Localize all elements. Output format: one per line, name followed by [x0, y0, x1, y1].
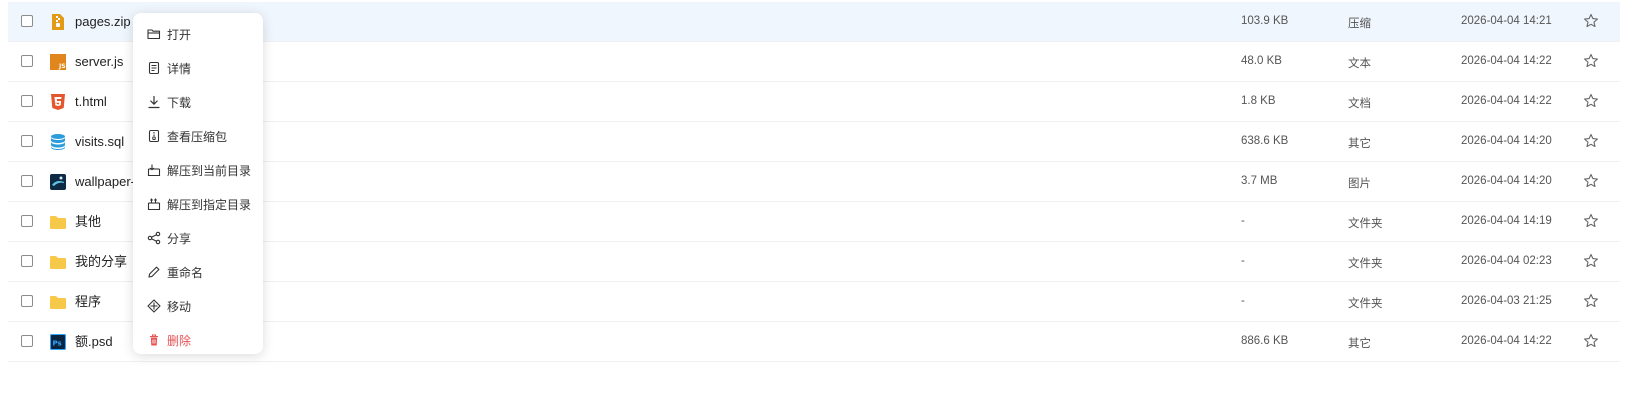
file-name[interactable]: visits.sql [75, 134, 124, 150]
file-date: 2026-04-04 14:19 [1461, 215, 1552, 227]
star-icon[interactable] [1583, 53, 1599, 69]
star-icon[interactable] [1583, 133, 1599, 149]
menu-item-label: 分享 [167, 231, 192, 246]
menu-item-label: 详情 [167, 61, 192, 76]
menu-item-open[interactable]: 打开 [133, 17, 263, 51]
file-type: 文档 [1348, 98, 1371, 110]
file-size: 103.9 KB [1241, 15, 1289, 27]
database-icon [49, 133, 67, 151]
file-size: - [1241, 215, 1245, 227]
svg-text:Ps: Ps [53, 340, 62, 348]
move-icon [147, 299, 161, 313]
menu-item-move[interactable]: 移动 [133, 289, 263, 323]
file-name[interactable]: 程序 [75, 294, 101, 310]
menu-item-label: 移动 [167, 299, 192, 314]
svg-text:JS: JS [58, 63, 66, 70]
file-name[interactable]: server.js [75, 54, 123, 70]
menu-item-rename[interactable]: 重命名 [133, 255, 263, 289]
file-date: 2026-04-04 14:22 [1461, 335, 1552, 347]
context-menu: 打开 详情 下载 查看压缩包 解压到当前目录 解压到指定目录 分享 重命名 移动… [133, 13, 263, 354]
menu-item-details[interactable]: 详情 [133, 51, 263, 85]
file-date: 2026-04-04 14:20 [1461, 135, 1552, 147]
share-icon [147, 231, 161, 245]
file-name[interactable]: 我的分享 [75, 254, 127, 270]
menu-item-label: 解压到当前目录 [167, 163, 252, 178]
menu-item-label: 解压到指定目录 [167, 197, 252, 212]
star-icon[interactable] [1583, 173, 1599, 189]
row-checkbox[interactable] [21, 15, 33, 27]
row-checkbox[interactable] [21, 55, 33, 67]
extract-icon [147, 163, 161, 177]
file-type: 文件夹 [1348, 258, 1383, 270]
file-type: 文件夹 [1348, 298, 1383, 310]
file-name[interactable]: t.html [75, 94, 107, 110]
file-type: 图片 [1348, 178, 1371, 190]
row-checkbox[interactable] [21, 295, 33, 307]
row-checkbox[interactable] [21, 135, 33, 147]
row-checkbox[interactable] [21, 215, 33, 227]
file-date: 2026-04-04 14:22 [1461, 55, 1552, 67]
row-checkbox[interactable] [21, 95, 33, 107]
extract-to-icon [147, 197, 161, 211]
file-name[interactable]: 额.psd [75, 334, 113, 350]
archive-icon [147, 129, 161, 143]
row-checkbox[interactable] [21, 255, 33, 267]
file-size: 638.6 KB [1241, 135, 1289, 147]
pencil-icon [147, 265, 161, 279]
row-checkbox[interactable] [21, 175, 33, 187]
file-size: - [1241, 255, 1245, 267]
document-icon [147, 61, 161, 75]
file-date: 2026-04-04 14:20 [1461, 175, 1552, 187]
star-icon[interactable] [1583, 293, 1599, 309]
menu-item-extract-to[interactable]: 解压到指定目录 [133, 187, 263, 221]
file-size: 3.7 MB [1241, 175, 1278, 187]
star-icon[interactable] [1583, 333, 1599, 349]
file-date: 2026-04-04 02:23 [1461, 255, 1552, 267]
trash-icon [147, 333, 161, 347]
star-icon[interactable] [1583, 93, 1599, 109]
menu-item-label: 下载 [167, 95, 192, 110]
file-size: 886.6 KB [1241, 335, 1289, 347]
menu-item-download[interactable]: 下载 [133, 85, 263, 119]
file-date: 2026-04-04 14:21 [1461, 15, 1552, 27]
file-size: - [1241, 295, 1245, 307]
image-file-icon [49, 173, 67, 191]
menu-item-label: 删除 [167, 333, 192, 348]
folder-icon [49, 293, 67, 311]
star-icon[interactable] [1583, 13, 1599, 29]
file-type: 其它 [1348, 138, 1371, 150]
menu-item-view-archive[interactable]: 查看压缩包 [133, 119, 263, 153]
row-checkbox[interactable] [21, 335, 33, 347]
folder-open-icon [147, 27, 161, 41]
html-file-icon [49, 93, 67, 111]
file-size: 1.8 KB [1241, 95, 1276, 107]
zip-icon [49, 13, 67, 31]
folder-icon [49, 253, 67, 271]
star-icon[interactable] [1583, 213, 1599, 229]
file-type: 压缩 [1348, 18, 1371, 30]
file-type: 文本 [1348, 58, 1371, 70]
download-icon [147, 95, 161, 109]
js-file-icon: JS [49, 53, 67, 71]
file-type: 文件夹 [1348, 218, 1383, 230]
file-type: 其它 [1348, 338, 1371, 350]
menu-item-label: 打开 [167, 27, 192, 42]
file-size: 48.0 KB [1241, 55, 1282, 67]
file-name[interactable]: wallpaper- [75, 174, 135, 190]
menu-item-extract-here[interactable]: 解压到当前目录 [133, 153, 263, 187]
folder-icon [49, 213, 67, 231]
menu-item-label: 重命名 [167, 265, 204, 280]
menu-item-share[interactable]: 分享 [133, 221, 263, 255]
file-name[interactable]: 其他 [75, 214, 101, 230]
file-date: 2026-04-04 14:22 [1461, 95, 1552, 107]
psd-file-icon: Ps [49, 333, 67, 351]
star-icon[interactable] [1583, 253, 1599, 269]
menu-item-label: 查看压缩包 [167, 129, 228, 144]
file-date: 2026-04-03 21:25 [1461, 295, 1552, 307]
file-name[interactable]: pages.zip [75, 14, 131, 30]
menu-item-delete[interactable]: 删除 [133, 323, 263, 357]
